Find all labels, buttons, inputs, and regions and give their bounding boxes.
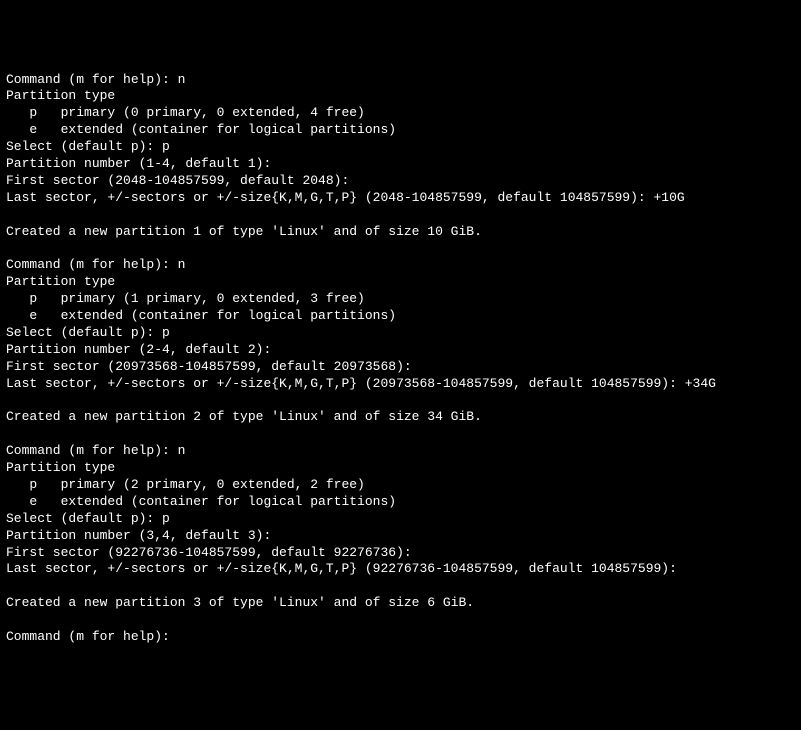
terminal-line: p primary (1 primary, 0 extended, 3 free… bbox=[6, 291, 795, 308]
terminal-line: Created a new partition 3 of type 'Linux… bbox=[6, 595, 795, 612]
terminal-line: Select (default p): p bbox=[6, 139, 795, 156]
terminal-line: Created a new partition 2 of type 'Linux… bbox=[6, 409, 795, 426]
terminal-line bbox=[6, 612, 795, 629]
terminal-line: e extended (container for logical partit… bbox=[6, 494, 795, 511]
terminal-line: e extended (container for logical partit… bbox=[6, 308, 795, 325]
terminal-output[interactable]: Command (m for help): nPartition type p … bbox=[6, 72, 795, 646]
terminal-line bbox=[6, 207, 795, 224]
terminal-line: Last sector, +/-sectors or +/-size{K,M,G… bbox=[6, 190, 795, 207]
terminal-line: First sector (2048-104857599, default 20… bbox=[6, 173, 795, 190]
terminal-line: p primary (2 primary, 0 extended, 2 free… bbox=[6, 477, 795, 494]
terminal-line: Command (m for help): n bbox=[6, 257, 795, 274]
terminal-line: Partition type bbox=[6, 460, 795, 477]
terminal-line: Partition number (3,4, default 3): bbox=[6, 528, 795, 545]
terminal-line bbox=[6, 578, 795, 595]
terminal-line: First sector (92276736-104857599, defaul… bbox=[6, 545, 795, 562]
terminal-line: Command (m for help): n bbox=[6, 443, 795, 460]
terminal-line: Select (default p): p bbox=[6, 325, 795, 342]
terminal-line bbox=[6, 392, 795, 409]
terminal-line: Command (m for help): bbox=[6, 629, 795, 646]
terminal-line: Select (default p): p bbox=[6, 511, 795, 528]
terminal-line: Partition number (1-4, default 1): bbox=[6, 156, 795, 173]
terminal-line bbox=[6, 240, 795, 257]
terminal-line: Partition type bbox=[6, 274, 795, 291]
terminal-line: Created a new partition 1 of type 'Linux… bbox=[6, 224, 795, 241]
terminal-line: Partition number (2-4, default 2): bbox=[6, 342, 795, 359]
terminal-line: Partition type bbox=[6, 88, 795, 105]
terminal-line bbox=[6, 426, 795, 443]
terminal-line: Last sector, +/-sectors or +/-size{K,M,G… bbox=[6, 561, 795, 578]
terminal-line: p primary (0 primary, 0 extended, 4 free… bbox=[6, 105, 795, 122]
terminal-line: e extended (container for logical partit… bbox=[6, 122, 795, 139]
terminal-line: Command (m for help): n bbox=[6, 72, 795, 89]
terminal-line: Last sector, +/-sectors or +/-size{K,M,G… bbox=[6, 376, 795, 393]
terminal-line: First sector (20973568-104857599, defaul… bbox=[6, 359, 795, 376]
